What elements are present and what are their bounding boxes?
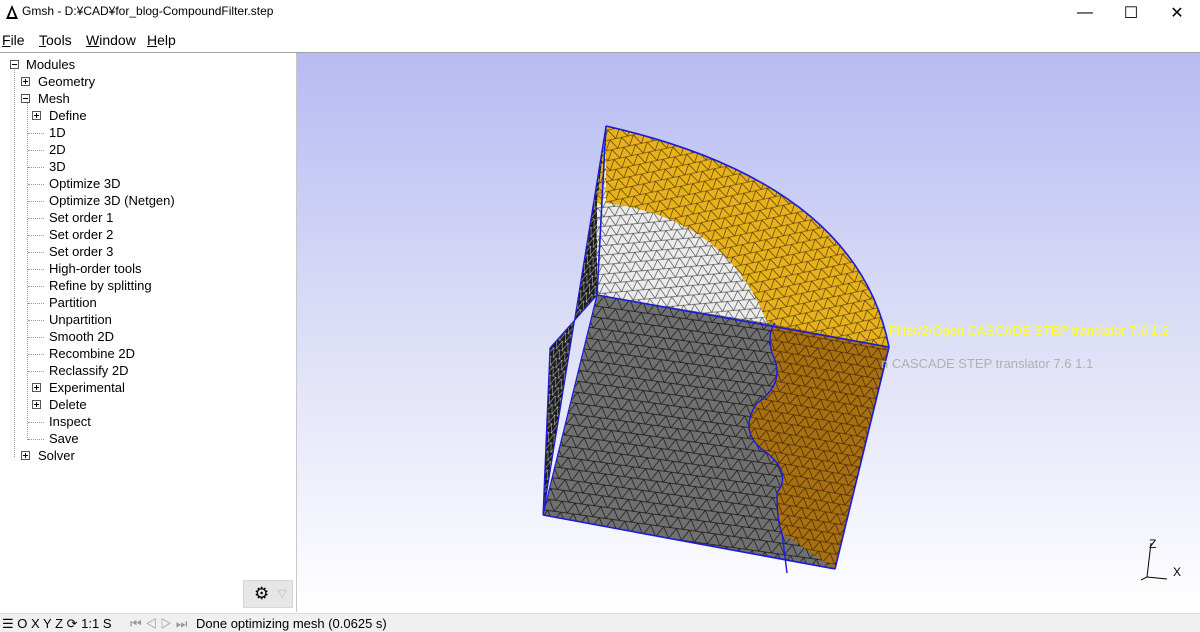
collapse-icon[interactable]	[21, 94, 30, 103]
close-button[interactable]: ✕	[1154, 0, 1200, 26]
axes-indicator: Z X	[1133, 533, 1193, 583]
axes-icon	[1140, 542, 1168, 581]
graphics-viewport[interactable]: Filter/2/Open CASCADE STEP translator 7.…	[297, 53, 1200, 612]
menu-window[interactable]: Window	[86, 32, 136, 48]
tree-connector	[28, 201, 44, 202]
dropdown-arrow-icon: ▽	[278, 588, 287, 600]
maximize-icon: ☐	[1123, 5, 1139, 22]
maximize-button[interactable]: ☐	[1108, 0, 1154, 26]
title-bar: Gmsh - D:¥CAD¥for_blog-CompoundFilter.st…	[0, 0, 1200, 26]
tree-connector	[28, 439, 44, 440]
view-controls[interactable]: ☰ O X Y Z ⟳ 1:1 S	[2, 616, 112, 632]
minimize-icon: —	[1077, 4, 1093, 21]
tree-connector	[28, 354, 44, 355]
menu-file[interactable]: File	[2, 32, 25, 48]
expand-icon[interactable]	[21, 77, 30, 86]
tree-connector	[28, 184, 44, 185]
expand-icon[interactable]	[32, 111, 41, 120]
options-button[interactable]: ⚙ ▽	[243, 580, 293, 608]
tree-connector	[28, 422, 44, 423]
geometry-label-1: n CASCADE STEP translator 7.6 1.1	[881, 356, 1094, 371]
gmsh-logo-icon	[6, 5, 18, 19]
tree-connector	[28, 218, 44, 219]
menu-help[interactable]: Help	[147, 32, 176, 48]
status-bar: ☰ O X Y Z ⟳ 1:1 S ⏮ ◁ ▷ ⏭ Done optimizin…	[0, 613, 1200, 632]
expand-icon[interactable]	[32, 383, 41, 392]
playback-controls[interactable]: ⏮ ◁ ▷ ⏭	[130, 616, 187, 632]
minimize-button[interactable]: —	[1062, 0, 1108, 26]
tree-connector	[28, 337, 44, 338]
tree-connector	[28, 320, 44, 321]
gear-icon: ⚙	[254, 584, 270, 603]
tree-connector	[28, 371, 44, 372]
tree-connector	[28, 167, 44, 168]
tree-connector	[28, 133, 44, 134]
tree-connector	[28, 252, 44, 253]
tree-connector	[14, 67, 15, 457]
expand-icon[interactable]	[32, 400, 41, 409]
collapse-icon[interactable]	[10, 60, 19, 69]
menu-bar: File Tools Window Help	[0, 28, 1200, 53]
tree-connector	[28, 150, 44, 151]
axis-x-label: X	[1173, 565, 1182, 579]
tree-connector	[28, 269, 44, 270]
tree-connector	[28, 286, 44, 287]
module-tree: Modules Geometry Mesh Define 1D 2D 3D Op…	[0, 53, 297, 612]
status-message: Done optimizing mesh (0.0625 s)	[196, 616, 387, 631]
axis-z-label: Z	[1149, 537, 1157, 551]
tree-connector	[27, 101, 28, 440]
menu-tools[interactable]: Tools	[39, 32, 72, 48]
expand-icon[interactable]	[21, 451, 30, 460]
tree-connector	[28, 303, 44, 304]
tree-connector	[28, 235, 44, 236]
close-icon: ✕	[1170, 5, 1184, 22]
window-title: Gmsh - D:¥CAD¥for_blog-CompoundFilter.st…	[22, 4, 274, 18]
geometry-label-2: Filter/2/Open CASCADE STEP translator 7.…	[889, 323, 1170, 338]
